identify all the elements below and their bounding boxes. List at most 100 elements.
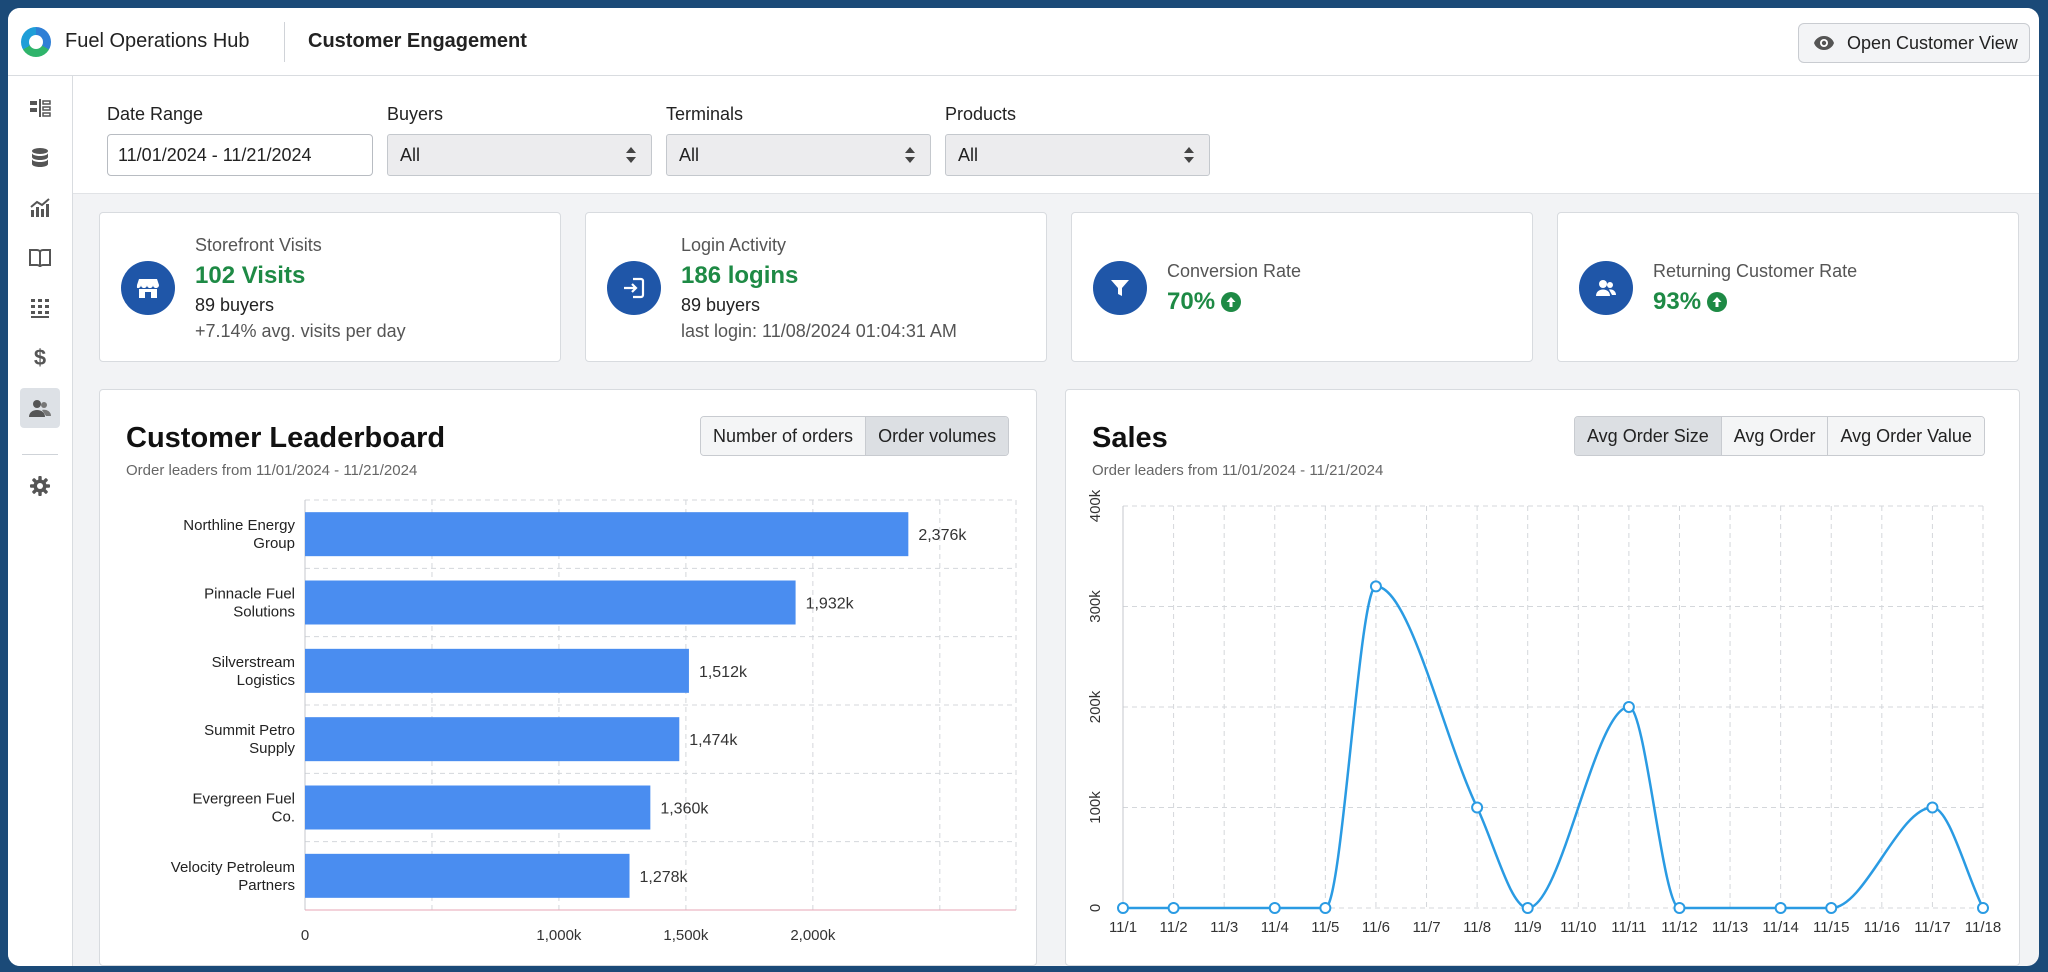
kpi-value: 70% (1167, 288, 1216, 315)
open-customer-view-label: Open Customer View (1847, 32, 2018, 53)
x-tick-label: 11/17 (1914, 919, 1950, 936)
bar (305, 580, 796, 625)
kpi-card-returning-customer-rate: Returning Customer Rate 93% (1557, 212, 2019, 362)
login-icon (607, 261, 661, 315)
terminals-label: Terminals (666, 104, 744, 124)
sales-series-line (1123, 585, 1985, 910)
y-tick-label: 400k (1087, 490, 1104, 522)
y-tick-label: 100k (1087, 791, 1104, 824)
select-arrows-icon (626, 147, 636, 163)
x-tick-label: 11/11 (1611, 919, 1646, 936)
page-title: Customer Engagement (308, 30, 527, 52)
returning-customers-icon (1579, 261, 1633, 315)
eye-icon (1813, 35, 1835, 51)
category-label: Silverstream (212, 654, 295, 671)
sidebar-item-database[interactable] (20, 138, 60, 178)
app-logo (21, 27, 51, 57)
data-point (1926, 801, 1939, 814)
sidebar-item-pricing[interactable]: $ (20, 338, 60, 378)
leaderboard-bar-chart: 2,376k Northline EnergyGroup 1,932k Pinnacl… (171, 499, 1017, 944)
top-bar: Fuel Operations Hub Customer Engagement … (8, 8, 2039, 76)
x-tick-label: 0 (301, 927, 309, 944)
category-label: Logistics (237, 672, 295, 689)
data-point (1268, 902, 1281, 914)
leaderboard-title: Customer Leaderboard (126, 422, 446, 454)
category-label: Group (253, 535, 295, 552)
gear-icon (30, 476, 50, 496)
app-name: Fuel Operations Hub (65, 30, 250, 52)
products-select-value: All (958, 145, 979, 165)
sidebar-item-settings[interactable] (20, 466, 60, 506)
y-tick-label: 200k (1087, 690, 1104, 723)
sidebar-item-customers[interactable] (20, 388, 60, 428)
analytics-icon (30, 198, 50, 217)
data-point (1167, 902, 1180, 914)
buyers-label: Buyers (387, 104, 444, 124)
toggle-avg-order[interactable]: Avg Order (1721, 417, 1829, 455)
category-label: Velocity Petroleum (171, 859, 295, 876)
sales-toggle: Avg Order Size Avg Order Avg Order Value (1574, 416, 1985, 456)
bar-value-label: 1,474k (689, 732, 738, 749)
buyers-select[interactable]: All (387, 134, 652, 176)
x-tick-label: 11/13 (1712, 919, 1748, 936)
data-point (1774, 902, 1787, 914)
bar (305, 853, 630, 898)
kpi-title: Login Activity (681, 235, 787, 255)
dollar-icon: $ (34, 346, 46, 370)
sidebar: $ (8, 76, 73, 966)
products-select[interactable]: All (945, 134, 1210, 176)
kpi-value: 93% (1653, 288, 1702, 315)
category-label: Co. (272, 809, 295, 826)
bar-value-label: 2,376k (918, 527, 967, 544)
category-label: Summit Petro (204, 722, 295, 739)
data-point (1369, 580, 1382, 593)
data-point (1319, 902, 1332, 914)
select-arrows-icon (1184, 147, 1194, 163)
book-icon (29, 249, 51, 268)
kpi-buyers: 89 buyers (195, 295, 275, 315)
date-range-input[interactable]: 11/01/2024 - 11/21/2024 (107, 134, 373, 176)
kpi-card-conversion-rate: Conversion Rate 70% (1071, 212, 1533, 362)
toggle-avg-order-value[interactable]: Avg Order Value (1828, 417, 1984, 455)
terminals-select-value: All (679, 145, 700, 165)
x-tick-label: 2,000k (790, 927, 836, 944)
kpi-value: 186 logins (681, 262, 799, 289)
sales-panel: Sales Order leaders from 11/01/2024 - 11… (1065, 389, 2020, 966)
category-label: Northline Energy (183, 517, 295, 534)
storefront-icon (121, 261, 175, 315)
sidebar-item-analytics[interactable] (20, 188, 60, 228)
data-point (1825, 902, 1838, 914)
date-range-label: Date Range (107, 104, 204, 124)
x-tick-label: 11/5 (1311, 919, 1339, 936)
category-label: Evergreen Fuel (192, 791, 295, 808)
x-tick-label: 11/10 (1560, 919, 1596, 936)
sidebar-item-layout[interactable] (20, 88, 60, 128)
x-tick-label: 11/9 (1514, 919, 1542, 936)
y-tick-label: 300k (1087, 590, 1104, 623)
sidebar-item-catalog[interactable] (20, 238, 60, 278)
kpi-value-row: 70% (1167, 288, 1242, 316)
data-point (1977, 902, 1989, 914)
category-label: Supply (249, 740, 295, 757)
data-point (1673, 902, 1686, 914)
open-customer-view-button[interactable]: Open Customer View (1798, 23, 2030, 63)
x-tick-label: 11/6 (1362, 919, 1390, 936)
x-tick-label: 11/16 (1864, 919, 1900, 936)
x-tick-label: 11/8 (1463, 919, 1491, 936)
toggle-number-of-orders[interactable]: Number of orders (701, 417, 867, 455)
toggle-order-volumes[interactable]: Order volumes (866, 417, 1009, 455)
buyers-select-value: All (400, 145, 421, 165)
database-icon (32, 148, 48, 167)
terminals-select[interactable]: All (666, 134, 931, 176)
x-tick-label: 11/12 (1661, 919, 1697, 936)
x-tick-label: 11/18 (1965, 919, 2001, 936)
grid-icon (31, 299, 49, 318)
sidebar-item-grid[interactable] (20, 288, 60, 328)
y-tick-label: 0 (1087, 904, 1104, 912)
kpi-trend: +7.14% avg. visits per day (195, 321, 406, 341)
sidebar-divider (22, 454, 58, 455)
toggle-avg-order-size[interactable]: Avg Order Size (1575, 417, 1722, 455)
category-label: Partners (238, 877, 295, 894)
sales-subtitle: Order leaders from 11/01/2024 - 11/21/20… (1092, 462, 1384, 479)
customer-leaderboard-panel: Customer Leaderboard Order leaders from … (99, 389, 1037, 966)
